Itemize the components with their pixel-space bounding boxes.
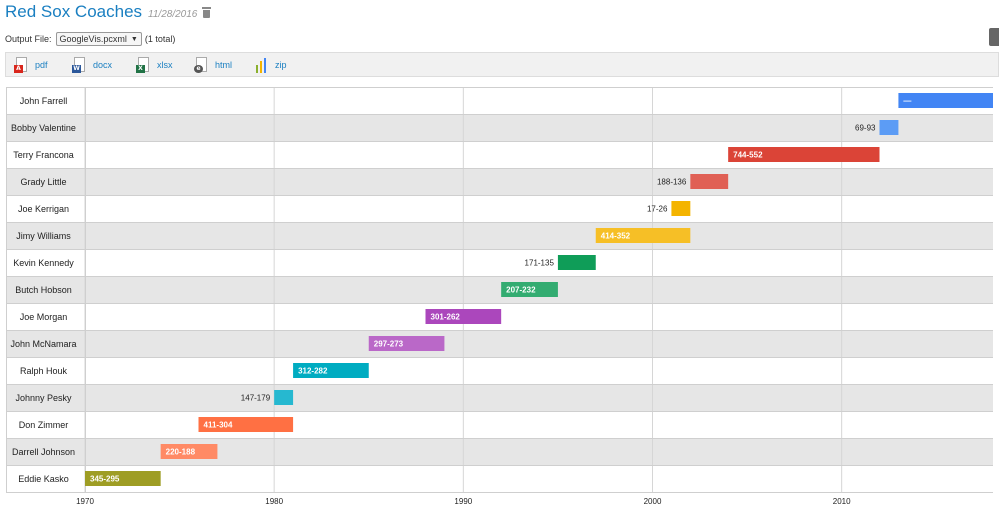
axis-tick-label: 1980 (265, 497, 283, 506)
bar-label: 744-552 (733, 151, 763, 160)
bar-label: 220-188 (166, 448, 196, 457)
export-docx-label: docx (93, 60, 113, 70)
row-label: Don Zimmer (19, 420, 69, 430)
export-pdf-label: pdf (35, 60, 48, 70)
export-docx-button[interactable]: W docx (72, 56, 112, 74)
row-background (6, 276, 993, 303)
timeline-bar (671, 201, 691, 216)
axis-tick-label: 2010 (833, 497, 851, 506)
timeline-chart: John Farrell — Bobby Valentine 69-93 Terry F… (6, 87, 993, 507)
row-label: Darrell Johnson (12, 447, 75, 457)
row-label: Jimy Williams (16, 231, 71, 241)
html-icon: e (194, 56, 209, 74)
bar-label: 345-295 (90, 475, 120, 484)
excel-icon: X (136, 56, 151, 74)
row-background (6, 384, 993, 411)
zip-icon (254, 57, 269, 74)
row-background (6, 357, 993, 384)
page-title: Red Sox Coaches (5, 2, 143, 21)
row-label: Johnny Pesky (15, 393, 72, 403)
row-label: Kevin Kennedy (13, 258, 74, 268)
bar-label: 188-136 (657, 178, 687, 187)
row-label: Grady Little (20, 177, 66, 187)
row-background (6, 222, 993, 249)
bar-label: 297-273 (374, 340, 404, 349)
axis-tick-label: 1990 (454, 497, 472, 506)
row-label: John Farrell (20, 96, 68, 106)
export-toolbar: A pdf W docx X xlsx e html zip (5, 52, 999, 77)
axis-tick-label: 1970 (76, 497, 94, 506)
bar-label: 414-352 (601, 232, 631, 241)
bar-label: 171-135 (525, 259, 555, 268)
timeline-svg: John Farrell — Bobby Valentine 69-93 Terry F… (6, 87, 993, 506)
export-xlsx-button[interactable]: X xlsx (136, 56, 173, 74)
word-icon: W (72, 56, 87, 74)
row-background (6, 249, 993, 276)
row-background (6, 195, 993, 222)
row-label: Joe Kerrigan (18, 204, 69, 214)
export-zip-label: zip (275, 60, 287, 70)
bar-label: — (903, 97, 911, 106)
row-background (6, 168, 993, 195)
row-label: Bobby Valentine (11, 123, 76, 133)
chevron-down-icon: ▼ (130, 35, 138, 43)
bar-label: 69-93 (855, 124, 876, 133)
row-label: Ralph Houk (20, 366, 68, 376)
bar-label: 411-304 (204, 421, 233, 430)
output-file-total: (1 total) (144, 34, 176, 44)
row-label: Eddie Kasko (18, 474, 69, 484)
axis-tick-label: 2000 (644, 497, 662, 506)
pdf-icon: A (14, 56, 29, 74)
side-panel-tab[interactable] (989, 28, 999, 46)
timeline-bar (879, 120, 899, 135)
row-background (6, 330, 993, 357)
export-pdf-button[interactable]: A pdf (14, 56, 48, 74)
export-zip-button[interactable]: zip (254, 56, 287, 74)
row-label: Butch Hobson (15, 285, 72, 295)
row-label: Terry Francona (13, 150, 74, 160)
bar-label: 301-262 (431, 313, 461, 322)
row-background (6, 411, 993, 438)
row-background (6, 114, 993, 141)
bar-label: 207-232 (506, 286, 536, 295)
output-file-value: GoogleVis.pcxml (59, 34, 127, 44)
row-background (6, 87, 993, 114)
export-html-button[interactable]: e html (194, 56, 232, 74)
timeline-bar (274, 390, 294, 405)
export-html-label: html (215, 60, 233, 70)
row-label: John McNamara (10, 339, 76, 349)
report-date: 11/28/2016 (148, 9, 198, 20)
row-label: Joe Morgan (20, 312, 68, 322)
timeline-bar (898, 93, 993, 108)
bar-label: 147-179 (241, 394, 271, 403)
output-file-select[interactable]: GoogleVis.pcxml ▼ (55, 32, 142, 46)
bar-label: 17-26 (647, 205, 668, 214)
trash-icon[interactable] (202, 7, 212, 18)
bar-label: 312-282 (298, 367, 328, 376)
timeline-bar (557, 255, 596, 270)
row-background (6, 438, 993, 465)
output-file-row: Output File: GoogleVis.pcxml ▼ (1 total) (5, 31, 175, 47)
output-file-label: Output File: (5, 34, 52, 44)
title-bar: Red Sox Coaches 11/28/2016 (5, 2, 212, 24)
timeline-bar (690, 174, 729, 189)
export-xlsx-label: xlsx (157, 60, 173, 70)
